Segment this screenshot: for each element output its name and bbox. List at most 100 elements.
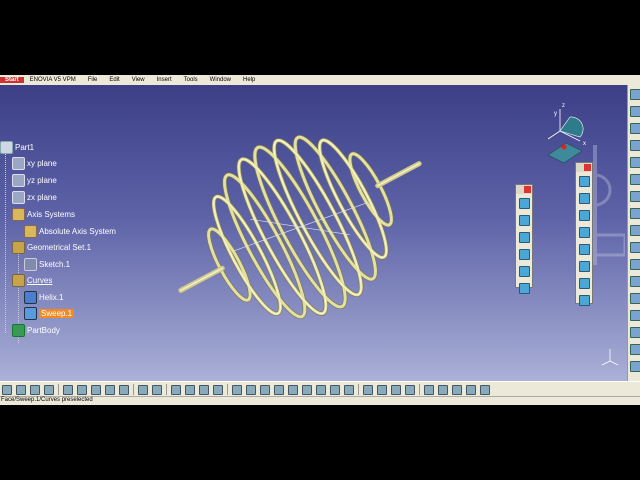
- fill-icon[interactable]: [518, 266, 530, 277]
- tree-node-xy-plane[interactable]: xy plane: [12, 156, 57, 170]
- swap-space-icon[interactable]: [344, 384, 354, 395]
- boolean-icon[interactable]: [363, 384, 373, 395]
- bottom-toolbar: [0, 381, 640, 397]
- tree-node-zx-plane[interactable]: zx plane: [12, 190, 57, 204]
- rotate-icon[interactable]: [246, 384, 256, 395]
- zoom-out-icon[interactable]: [274, 384, 284, 395]
- tree-node-sketch[interactable]: Sketch.1: [24, 257, 70, 271]
- offset-icon[interactable]: [578, 261, 590, 272]
- tree-node-helix[interactable]: Helix.1: [24, 290, 64, 304]
- tool-icon[interactable]: [630, 157, 640, 168]
- shading-icon[interactable]: [316, 384, 326, 395]
- save-icon[interactable]: [30, 384, 40, 395]
- formula-icon[interactable]: [138, 384, 148, 395]
- intersection-icon[interactable]: [578, 244, 590, 255]
- menu-edit[interactable]: Edit: [103, 77, 125, 83]
- close-icon[interactable]: [584, 164, 591, 171]
- open-icon[interactable]: [16, 384, 26, 395]
- trim-icon[interactable]: [405, 384, 415, 395]
- cut-icon[interactable]: [63, 384, 73, 395]
- redo-icon[interactable]: [119, 384, 129, 395]
- menu-help[interactable]: Help: [237, 77, 261, 83]
- tool-icon[interactable]: [630, 327, 640, 338]
- menu-view[interactable]: View: [126, 77, 151, 83]
- tool-icon[interactable]: [630, 123, 640, 134]
- tree-node-sweep[interactable]: Sweep.1: [24, 306, 75, 320]
- tool-icon[interactable]: [630, 225, 640, 236]
- tree-node-absolute-axis[interactable]: Absolute Axis System: [24, 224, 116, 238]
- catalog-icon[interactable]: [171, 384, 181, 395]
- tree-node-partbody[interactable]: PartBody: [12, 323, 60, 337]
- close-icon[interactable]: [524, 186, 531, 193]
- tool-icon[interactable]: [630, 208, 640, 219]
- tool-icon[interactable]: [630, 191, 640, 202]
- menu-insert[interactable]: Insert: [151, 77, 178, 83]
- spline-icon[interactable]: [578, 295, 590, 306]
- menu-tools[interactable]: Tools: [178, 77, 204, 83]
- sweep-icon[interactable]: [518, 249, 530, 260]
- compass-icon[interactable]: [540, 105, 590, 165]
- plane-icon[interactable]: [578, 210, 590, 221]
- tool-icon[interactable]: [630, 310, 640, 321]
- tool-icon[interactable]: [630, 344, 640, 355]
- split-icon[interactable]: [391, 384, 401, 395]
- tool-icon[interactable]: [630, 174, 640, 185]
- menu-window[interactable]: Window: [204, 77, 237, 83]
- tool-icon[interactable]: [630, 276, 640, 287]
- toolbar-title-bar[interactable]: [576, 163, 592, 172]
- normal-view-icon[interactable]: [288, 384, 298, 395]
- paste-icon[interactable]: [91, 384, 101, 395]
- tool-icon[interactable]: [630, 106, 640, 117]
- tool-icon[interactable]: [630, 293, 640, 304]
- tool-icon[interactable]: [630, 140, 640, 151]
- copy-icon[interactable]: [77, 384, 87, 395]
- floating-toolbar-wireframe[interactable]: [575, 162, 593, 306]
- status-text: Face/Sweep.1/Curves preselected: [1, 397, 93, 403]
- fit-all-icon[interactable]: [199, 384, 209, 395]
- separator: [58, 384, 59, 395]
- 3d-viewport[interactable]: z y x Part1 xy plane yz plane zx plane A…: [0, 85, 627, 381]
- compass-widget[interactable]: z y x: [540, 103, 590, 165]
- select-icon[interactable]: [185, 384, 195, 395]
- sketch-icon[interactable]: [480, 384, 490, 395]
- extrude-icon[interactable]: [518, 198, 530, 209]
- loft-icon[interactable]: [518, 283, 530, 294]
- curvature-icon[interactable]: [452, 384, 462, 395]
- tree-node-geometrical-set[interactable]: Geometrical Set.1: [12, 240, 91, 254]
- revolve-icon[interactable]: [518, 215, 530, 226]
- new-icon[interactable]: [2, 384, 12, 395]
- tree-node-curves[interactable]: Curves: [12, 273, 52, 287]
- undo-icon[interactable]: [105, 384, 115, 395]
- partbody-icon: [12, 323, 25, 337]
- projection-icon[interactable]: [578, 227, 590, 238]
- line-icon[interactable]: [578, 193, 590, 204]
- tree-label-helix: Helix.1: [39, 292, 64, 302]
- toolbar-title-bar[interactable]: [516, 185, 532, 194]
- tool-icon[interactable]: [630, 89, 640, 100]
- pan-icon[interactable]: [232, 384, 242, 395]
- analysis-icon[interactable]: [424, 384, 434, 395]
- iso-view-icon[interactable]: [302, 384, 312, 395]
- menu-enovia[interactable]: ENOVIA V5 VPM: [24, 77, 82, 83]
- knowledge-icon[interactable]: [152, 384, 162, 395]
- tree-node-yz-plane[interactable]: yz plane: [12, 173, 57, 187]
- sphere-icon[interactable]: [518, 232, 530, 243]
- join-icon[interactable]: [377, 384, 387, 395]
- tree-node-part1[interactable]: Part1: [0, 140, 34, 154]
- measure-icon[interactable]: [213, 384, 223, 395]
- point-icon[interactable]: [578, 176, 590, 187]
- draft-analysis-icon[interactable]: [438, 384, 448, 395]
- tool-icon[interactable]: [630, 242, 640, 253]
- grid-icon[interactable]: [466, 384, 476, 395]
- floating-toolbar-surfaces[interactable]: [515, 184, 533, 294]
- zoom-in-icon[interactable]: [260, 384, 270, 395]
- hide-show-icon[interactable]: [330, 384, 340, 395]
- circle-icon[interactable]: [578, 278, 590, 289]
- tool-icon[interactable]: [630, 259, 640, 270]
- start-menu[interactable]: Start: [0, 77, 24, 83]
- separator: [358, 384, 359, 395]
- print-icon[interactable]: [44, 384, 54, 395]
- menu-file[interactable]: File: [82, 77, 104, 83]
- tool-icon[interactable]: [630, 361, 640, 372]
- tree-node-axis-systems[interactable]: Axis Systems: [12, 207, 75, 221]
